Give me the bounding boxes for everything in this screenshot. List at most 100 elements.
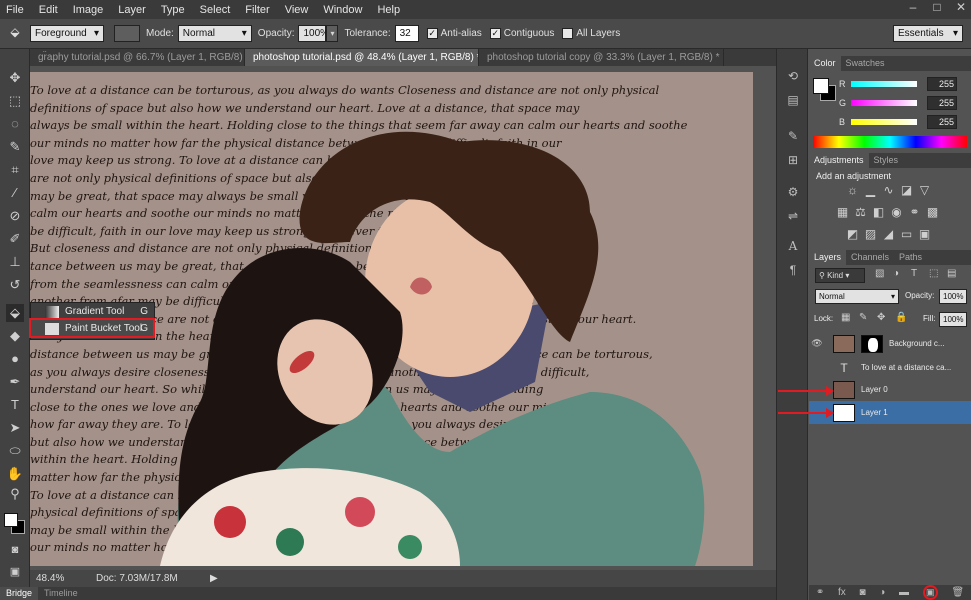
hue-saturation-icon[interactable]: ▦: [835, 206, 850, 219]
character-icon[interactable]: A: [785, 239, 801, 255]
black-white-icon[interactable]: ◧: [871, 206, 886, 219]
menu-file[interactable]: File: [6, 4, 24, 16]
marquee-tool-icon[interactable]: ⬚: [6, 92, 24, 110]
tab-timeline[interactable]: Timeline: [38, 587, 84, 600]
menu-type[interactable]: Type: [161, 4, 185, 16]
screen-mode-icon[interactable]: ▣: [6, 563, 24, 581]
lock-all-icon[interactable]: 🔒: [895, 312, 907, 323]
actions-icon[interactable]: ⇌: [785, 209, 801, 225]
red-channel-slider[interactable]: [851, 81, 917, 87]
menu-select[interactable]: Select: [200, 4, 231, 16]
blur-tool-icon[interactable]: ◆: [6, 327, 24, 345]
clone-stamp-tool-icon[interactable]: ⊥: [6, 253, 24, 271]
opacity-dropdown-icon[interactable]: ▾: [326, 25, 339, 42]
status-menu-arrow-icon[interactable]: ▶: [210, 573, 218, 584]
blue-channel-value[interactable]: 255: [927, 115, 957, 129]
fill-input[interactable]: 100%: [939, 312, 967, 327]
tab-document-2[interactable]: photoshop tutorial.psd @ 48.4% (Layer 1,…: [245, 49, 479, 66]
all-layers-checkbox[interactable]: [562, 28, 574, 39]
antialias-checkbox[interactable]: ✓: [426, 28, 438, 39]
threshold-icon[interactable]: ◢: [881, 228, 896, 241]
close-button[interactable]: ✕: [951, 0, 971, 15]
mode-select[interactable]: Normal ▾: [177, 25, 252, 42]
ellipse-tool-icon[interactable]: ⬭: [6, 442, 24, 460]
menu-filter[interactable]: Filter: [245, 4, 269, 16]
photo-filter-icon[interactable]: ◉: [889, 206, 904, 219]
vibrance-icon[interactable]: ▽: [917, 184, 932, 197]
filter-smart-object-icon[interactable]: ▤: [947, 268, 956, 279]
green-channel-slider[interactable]: [851, 100, 917, 106]
dodge-tool-icon[interactable]: ●: [6, 350, 24, 368]
hand-tool-icon[interactable]: ✋: [6, 465, 24, 483]
quick-mask-icon[interactable]: ◙: [6, 541, 24, 559]
quick-select-tool-icon[interactable]: ✎: [6, 138, 24, 156]
history-icon[interactable]: ⟲: [785, 69, 801, 85]
lock-image-icon[interactable]: ✎: [859, 312, 867, 323]
menu-layer[interactable]: Layer: [118, 4, 146, 16]
color-spectrum-ramp[interactable]: [813, 136, 967, 148]
tab-styles[interactable]: Styles: [869, 153, 904, 168]
healing-brush-tool-icon[interactable]: ⊘: [6, 207, 24, 225]
properties-icon[interactable]: ▤: [785, 93, 801, 109]
maximize-button[interactable]: □: [927, 0, 947, 15]
color-balance-icon[interactable]: ⚖: [853, 206, 868, 219]
foreground-color-chip[interactable]: [813, 78, 829, 94]
lock-position-icon[interactable]: ✥: [877, 312, 885, 323]
layer-mask-thumbnail[interactable]: [861, 334, 883, 353]
opacity-input[interactable]: 100%: [298, 25, 329, 42]
delete-layer-icon[interactable]: 🗑: [951, 587, 964, 598]
new-layer-icon[interactable]: ▣: [922, 585, 938, 600]
tab-bridge[interactable]: Bridge: [0, 587, 39, 600]
color-lookup-icon[interactable]: ▩: [925, 206, 940, 219]
tab-channels[interactable]: Channels: [846, 250, 894, 265]
filter-adjustment-icon[interactable]: ◑: [893, 268, 899, 279]
menu-window[interactable]: Window: [323, 4, 362, 16]
paint-bucket-preset-icon[interactable]: ⬙: [6, 25, 24, 43]
layer-opacity-input[interactable]: 100%: [939, 289, 967, 304]
zoom-tool-icon[interactable]: ⚲: [6, 485, 24, 503]
channel-mixer-icon[interactable]: ⚭: [907, 206, 922, 219]
move-tool-icon[interactable]: ✥: [6, 69, 24, 87]
invert-icon[interactable]: ◩: [845, 228, 860, 241]
tab-adjustments[interactable]: Adjustments: [809, 153, 869, 168]
paint-bucket-tool-icon[interactable]: ⬙: [6, 304, 24, 322]
selective-color-icon[interactable]: ▣: [917, 228, 932, 241]
workspace-select[interactable]: Essentials ▾: [893, 25, 963, 42]
menu-view[interactable]: View: [285, 4, 309, 16]
layer-filter-kind-select[interactable]: ⚲ Kind ▾: [815, 268, 865, 283]
foreground-color-swatch[interactable]: [4, 513, 18, 527]
type-tool-icon[interactable]: T: [6, 396, 24, 414]
clone-source-icon[interactable]: ⊞: [785, 153, 801, 169]
tab-color[interactable]: Color: [809, 56, 841, 71]
link-layers-icon[interactable]: ⚭: [816, 587, 824, 598]
zoom-level[interactable]: 48.4%: [36, 573, 76, 584]
add-mask-icon[interactable]: ◙: [859, 587, 865, 598]
tab-swatches[interactable]: Swatches: [841, 56, 890, 71]
layer-row-background-copy[interactable]: 👁 Background c...: [809, 332, 971, 355]
filter-pixel-icon[interactable]: ▧: [875, 268, 884, 279]
blue-channel-slider[interactable]: [851, 119, 917, 125]
pattern-picker[interactable]: [114, 25, 140, 42]
history-brush-tool-icon[interactable]: ↺: [6, 276, 24, 294]
new-adjustment-icon[interactable]: ◑: [879, 587, 885, 598]
paragraph-icon[interactable]: ¶: [785, 263, 801, 279]
blend-mode-select[interactable]: Normal ▾: [815, 289, 899, 304]
filter-shape-icon[interactable]: ⬚: [929, 268, 938, 279]
contiguous-checkbox[interactable]: ✓: [489, 28, 501, 39]
pen-tool-icon[interactable]: ✒: [6, 373, 24, 391]
posterize-icon[interactable]: ▨: [863, 228, 878, 241]
filter-type-icon[interactable]: T: [911, 268, 917, 279]
brush-panel-icon[interactable]: ✎: [785, 129, 801, 145]
lock-transparent-icon[interactable]: ▦: [841, 312, 850, 323]
tab-document-3[interactable]: photoshop tutorial copy @ 33.3% (Layer 1…: [479, 49, 724, 66]
eye-icon[interactable]: 👁: [809, 338, 825, 349]
menu-help[interactable]: Help: [377, 4, 400, 16]
menu-edit[interactable]: Edit: [39, 4, 58, 16]
exposure-icon[interactable]: ◪: [899, 184, 914, 197]
tab-paths[interactable]: Paths: [894, 250, 927, 265]
curves-icon[interactable]: ∿: [881, 184, 896, 197]
menu-image[interactable]: Image: [73, 4, 104, 16]
brush-tool-icon[interactable]: ✐: [6, 230, 24, 248]
layer-style-icon[interactable]: fx: [838, 587, 846, 598]
minimize-button[interactable]: –: [903, 0, 923, 15]
